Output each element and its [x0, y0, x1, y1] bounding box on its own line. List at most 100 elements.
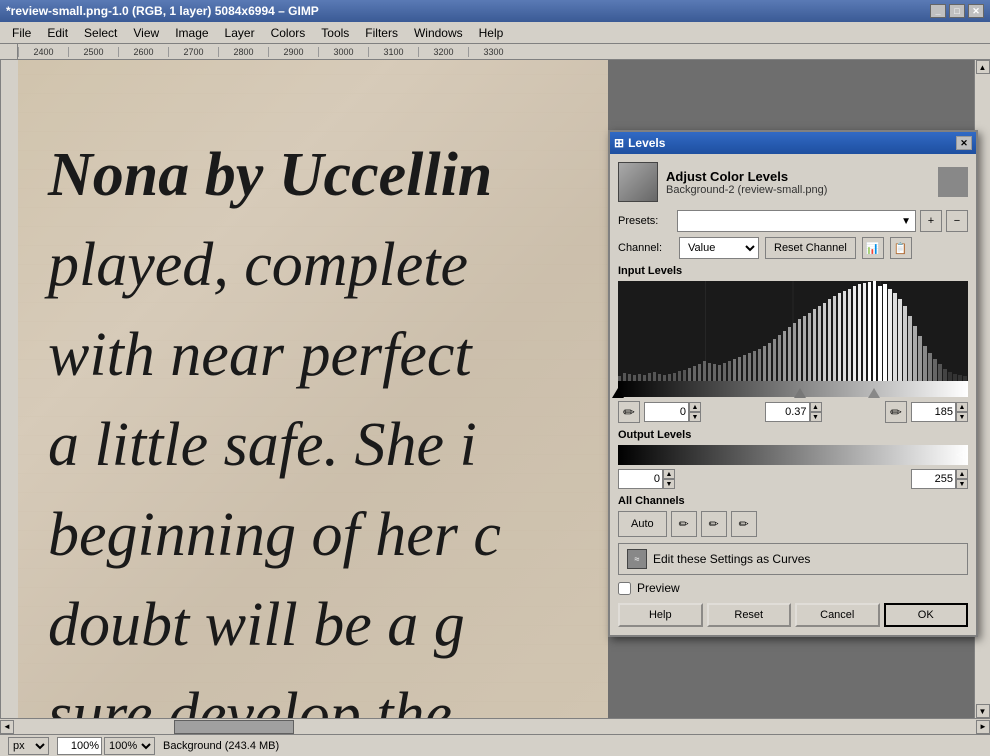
preview-label[interactable]: Preview: [637, 581, 680, 595]
zoom-select[interactable]: 100% 50% 200%: [104, 737, 155, 755]
preview-thumb: [938, 167, 968, 197]
unit-select[interactable]: px % mm: [8, 737, 49, 755]
scroll-down-btn[interactable]: ▼: [976, 704, 990, 718]
canvas-content[interactable]: Nona by Uccellin played, complete with n…: [18, 60, 990, 718]
all-channels-eyedropper-3[interactable]: ✏: [731, 511, 757, 537]
menu-help[interactable]: Help: [471, 24, 512, 42]
channel-select[interactable]: Value Red Green Blue Alpha: [679, 237, 759, 259]
menu-windows[interactable]: Windows: [406, 24, 471, 42]
output-white-spinbox: ▲ ▼: [911, 469, 968, 489]
white-input-slider[interactable]: [868, 388, 880, 398]
canvas-line-3: with near perfect: [48, 320, 472, 391]
mid-input-slider[interactable]: [794, 388, 806, 398]
canvas-line-6: doubt will be a g: [48, 590, 465, 661]
output-gradient-bar[interactable]: ◁: [618, 445, 968, 465]
reset-channel-btn[interactable]: Reset Channel: [765, 237, 856, 259]
cancel-btn[interactable]: Cancel: [795, 603, 880, 627]
maximize-btn[interactable]: □: [949, 4, 965, 18]
input-black-down[interactable]: ▼: [689, 412, 701, 422]
output-white-up[interactable]: ▲: [956, 469, 968, 479]
input-gradient-bar[interactable]: [618, 381, 968, 397]
ruler-mark: 3300: [468, 47, 518, 57]
status-bar: px % mm 100% 50% 200% Background (243.4 …: [0, 734, 990, 756]
input-mid-spinbox: ▲ ▼: [765, 402, 822, 422]
all-channels-eyedropper-2[interactable]: ✏: [701, 511, 727, 537]
preview-checkbox[interactable]: [618, 582, 631, 595]
input-mid-field[interactable]: [765, 402, 810, 422]
scroll-up-btn[interactable]: ▲: [976, 60, 990, 74]
levels-dialog: ⊞ Levels ✕ Adjust Color Levels Backgroun…: [608, 130, 978, 637]
menu-select[interactable]: Select: [76, 24, 125, 42]
eyedropper-black-btn[interactable]: ✏: [618, 401, 640, 423]
black-input-slider[interactable]: [612, 388, 624, 398]
window-controls[interactable]: _ □ ✕: [930, 4, 984, 18]
help-btn[interactable]: Help: [618, 603, 703, 627]
output-black-down[interactable]: ▼: [663, 479, 675, 489]
input-black-up[interactable]: ▲: [689, 402, 701, 412]
edit-as-curves-btn[interactable]: ≈ Edit these Settings as Curves: [618, 543, 968, 575]
close-btn[interactable]: ✕: [968, 4, 984, 18]
levels-body: Adjust Color Levels Background-2 (review…: [610, 154, 976, 635]
minimize-btn[interactable]: _: [930, 4, 946, 18]
curves-icon: ≈: [627, 549, 647, 569]
input-white-spinbox: ▲ ▼: [911, 402, 968, 422]
levels-titlebar[interactable]: ⊞ Levels ✕: [610, 132, 976, 154]
channel-row: Channel: Value Red Green Blue Alpha Rese…: [618, 237, 968, 259]
channel-label: Channel:: [618, 242, 673, 254]
scroll-left-btn[interactable]: ◄: [0, 720, 14, 734]
preview-row: Preview: [618, 581, 968, 595]
eyedropper-white-btn[interactable]: ✏: [885, 401, 907, 423]
menu-tools[interactable]: Tools: [313, 24, 357, 42]
channel-icon-1[interactable]: 📊: [862, 237, 884, 259]
h-scroll-thumb[interactable]: [174, 720, 294, 734]
menu-view[interactable]: View: [125, 24, 167, 42]
output-black-field[interactable]: [618, 469, 663, 489]
menu-filters[interactable]: Filters: [357, 24, 406, 42]
input-white-down[interactable]: ▼: [956, 412, 968, 422]
levels-header-text: Adjust Color Levels Background-2 (review…: [666, 169, 827, 196]
ok-btn[interactable]: OK: [884, 603, 969, 627]
ruler-mark: 3200: [418, 47, 468, 57]
zoom-box[interactable]: 100% 50% 200%: [57, 737, 155, 755]
input-white-field[interactable]: [911, 402, 956, 422]
ruler-mark: 2700: [168, 47, 218, 57]
output-white-down[interactable]: ▼: [956, 479, 968, 489]
menu-image[interactable]: Image: [167, 24, 216, 42]
output-white-field[interactable]: [911, 469, 956, 489]
menu-edit[interactable]: Edit: [39, 24, 76, 42]
zoom-input[interactable]: [57, 737, 102, 755]
channel-icon-2[interactable]: 📋: [890, 237, 912, 259]
canvas-image: Nona by Uccellin played, complete with n…: [18, 60, 608, 718]
histogram-svg: [618, 281, 968, 381]
h-scrollbar[interactable]: ◄ ►: [0, 718, 990, 734]
presets-remove-btn[interactable]: −: [946, 210, 968, 232]
presets-add-btn[interactable]: +: [920, 210, 942, 232]
levels-header: Adjust Color Levels Background-2 (review…: [618, 162, 968, 202]
unit-selector[interactable]: px % mm: [8, 737, 49, 755]
menu-file[interactable]: File: [4, 24, 39, 42]
canvas-line-4: a little safe. She i: [48, 410, 477, 481]
scroll-right-btn[interactable]: ►: [976, 720, 990, 734]
auto-btn[interactable]: Auto: [618, 511, 667, 537]
canvas-line-5: beginning of her c: [48, 500, 501, 571]
menu-layer[interactable]: Layer: [217, 24, 263, 42]
input-mid-down[interactable]: ▼: [810, 412, 822, 422]
levels-adjust-label: Adjust Color Levels: [666, 169, 827, 184]
all-channels-eyedropper-1[interactable]: ✏: [671, 511, 697, 537]
output-black-up[interactable]: ▲: [663, 469, 675, 479]
reset-btn[interactable]: Reset: [707, 603, 792, 627]
presets-dropdown[interactable]: ▼: [677, 210, 916, 232]
input-mid-up[interactable]: ▲: [810, 402, 822, 412]
presets-arrow: ▼: [901, 216, 911, 227]
canvas-line-1: Nona by Uccellin: [48, 140, 492, 211]
input-white-up[interactable]: ▲: [956, 402, 968, 412]
all-channels-label: All Channels: [618, 495, 968, 507]
canvas-line-7: sure develop the: [48, 680, 452, 718]
input-black-field[interactable]: [644, 402, 689, 422]
ruler-mark: 2800: [218, 47, 268, 57]
levels-close-btn[interactable]: ✕: [956, 136, 972, 150]
ruler-mark: 2600: [118, 47, 168, 57]
menu-colors[interactable]: Colors: [263, 24, 314, 42]
output-values-row: ▲ ▼ ▲ ▼: [618, 469, 968, 489]
ruler-mark: 2400: [18, 47, 68, 57]
